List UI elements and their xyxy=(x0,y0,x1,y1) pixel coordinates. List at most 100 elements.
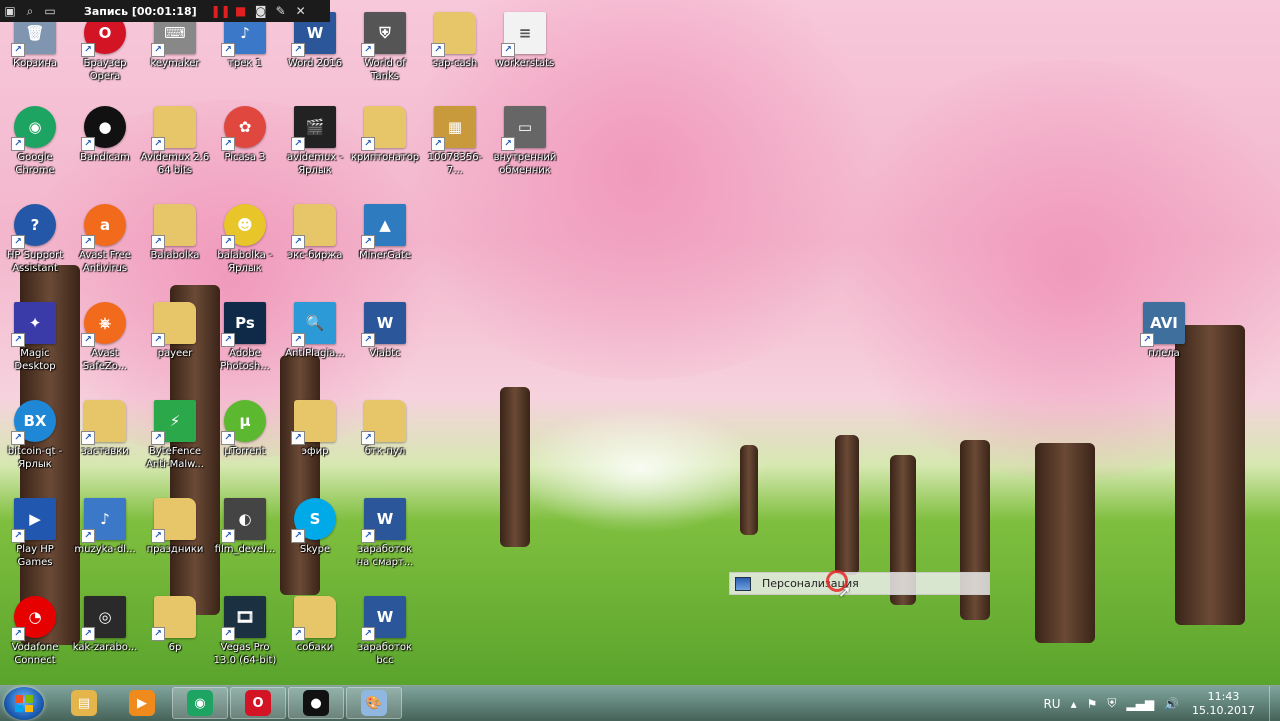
show-desktop-button[interactable] xyxy=(1269,686,1280,721)
balabolka-icon: ☻ ↗ xyxy=(221,204,266,249)
utorrent-icon: µ ↗ xyxy=(221,400,266,445)
desktop-icon[interactable]: 🎬 ↗ avidemux - Ярлык xyxy=(280,106,350,177)
desktop-icon[interactable]: ⚡ ↗ ByteFence Anti-Malw... xyxy=(140,400,210,471)
desktop-icon[interactable]: ● ↗ Bandicam xyxy=(70,106,140,164)
desktop-icon[interactable]: W ↗ заработок bcc xyxy=(350,596,420,667)
desktop-icon[interactable]: µ ↗ µTorrent xyxy=(210,400,280,458)
shortcut-arrow-icon: ↗ xyxy=(361,431,375,445)
desktop-icon[interactable]: ↗ Balabolka xyxy=(140,204,210,262)
desktop-icon[interactable]: AVI ↗ плела xyxy=(1129,302,1199,360)
taskbar-button-chrome[interactable]: ◉ xyxy=(172,687,228,719)
desktop-icon[interactable]: ⎈ ↗ Avast SafeZo... xyxy=(70,302,140,373)
desktop-icon[interactable]: ☻ ↗ balabolka - Ярлык xyxy=(210,204,280,275)
taskbar-button-bandicam[interactable]: ● xyxy=(288,687,344,719)
desktop-icon[interactable]: ▦ ↗ 10078356-7... xyxy=(420,106,490,177)
desktop-icon[interactable]: ◉ ↗ Google Chrome xyxy=(0,106,70,177)
wallpaper-tree xyxy=(1035,443,1095,643)
desktop-icon-label: заставки xyxy=(81,446,129,457)
desktop-icon-label: заработок bcc xyxy=(357,642,413,666)
desktop-icon-label: payeer xyxy=(157,348,193,359)
desktop[interactable]: 🗑 ↗ Корзина O ↗ Браузер Opera ⌨ ↗ keymaker ♪ ↗ трек… xyxy=(0,0,1280,685)
desktop-icon[interactable]: ▶ ↗ Play HP Games xyxy=(0,498,70,569)
shortcut-arrow-icon: ↗ xyxy=(151,627,165,641)
desktop-icon-label: экс-биржа xyxy=(287,250,343,261)
shortcut-arrow-icon: ↗ xyxy=(11,43,25,57)
shortcut-arrow-icon: ↗ xyxy=(151,333,165,347)
desktop-icon[interactable]: ↗ криптонатор xyxy=(350,106,420,164)
language-indicator[interactable]: RU xyxy=(1043,697,1060,711)
desktop-icon[interactable]: O ↗ Браузер Opera xyxy=(70,12,140,83)
desktop-icon[interactable]: ? ↗ HP Support Assistant xyxy=(0,204,70,275)
desktop-icon[interactable]: 🎞 ↗ Vegas Pro 13.0 (64-bit) xyxy=(210,596,280,667)
desktop-icon[interactable]: a ↗ Avast Free Antivirus xyxy=(70,204,140,275)
shortcut-arrow-icon: ↗ xyxy=(81,529,95,543)
desktop-icon[interactable]: ▲ ↗ MinerGate xyxy=(350,204,420,262)
action-center-flag-icon[interactable]: ⚑ xyxy=(1087,697,1098,711)
network-signal-icon[interactable]: ▂▄▆ xyxy=(1126,697,1154,711)
desktop-icon-label: sap-cash xyxy=(432,58,478,69)
pencil-icon[interactable]: ✎ xyxy=(271,0,291,22)
desktop-icon[interactable]: ↗ sap-cash xyxy=(420,12,490,70)
desktop-icon[interactable]: ↗ бтк-пул xyxy=(350,400,420,458)
desktop-icon[interactable]: ⛨ ↗ World of Tanks xyxy=(350,12,420,83)
pause-icon[interactable]: ❚❚ xyxy=(211,0,231,22)
desktop-icon[interactable]: ↗ праздники xyxy=(140,498,210,556)
desktop-icon[interactable]: ▭ ↗ внутренний обменник xyxy=(490,106,560,177)
windows-icon[interactable]: ▣ xyxy=(0,0,20,22)
desktop-icon[interactable]: ↗ собаки xyxy=(280,596,350,654)
start-button[interactable] xyxy=(4,687,44,720)
desktop-icon[interactable]: ≡ ↗ workerstats xyxy=(490,12,560,70)
show-hidden-icons-icon[interactable]: ▴ xyxy=(1071,697,1077,711)
volume-icon[interactable]: 🔊 xyxy=(1164,697,1179,711)
personalization-tooltip[interactable]: Персонализация xyxy=(729,572,990,595)
desktop-icon[interactable]: BX ↗ bitcoin-qt - Ярлык xyxy=(0,400,70,471)
desktop-icon[interactable]: ♪ ↗ muzyka-dl... xyxy=(70,498,140,556)
fullscreen-icon[interactable]: ▭ xyxy=(40,0,60,22)
desktop-icon[interactable]: ↗ payeer xyxy=(140,302,210,360)
shortcut-arrow-icon: ↗ xyxy=(501,137,515,151)
opera-icon: O xyxy=(245,690,271,716)
desktop-icon[interactable]: S ↗ Skype xyxy=(280,498,350,556)
taskbar-button-paint[interactable]: 🎨 xyxy=(346,687,402,719)
desktop-icon-label: Word 2016 xyxy=(287,58,343,69)
taskbar-button-opera[interactable]: O xyxy=(230,687,286,719)
folder-icon: ↗ xyxy=(81,400,126,445)
desktop-icon[interactable]: ↗ 6р xyxy=(140,596,210,654)
desktop-icon[interactable]: ✿ ↗ Picasa 3 xyxy=(210,106,280,164)
shortcut-arrow-icon: ↗ xyxy=(151,43,165,57)
shortcut-arrow-icon: ↗ xyxy=(151,137,165,151)
folder-icon: ↗ xyxy=(291,400,336,445)
close-icon[interactable]: ✕ xyxy=(291,0,311,22)
photoshop-icon: Ps ↗ xyxy=(221,302,266,347)
word-document-icon: W ↗ xyxy=(361,596,406,641)
desktop-icon[interactable]: ✦ ↗ Magic Desktop xyxy=(0,302,70,373)
stop-icon[interactable]: ■ xyxy=(231,0,251,22)
desktop-icon[interactable]: ◐ ↗ film_devel... xyxy=(210,498,280,556)
desktop-icon[interactable]: W ↗ заработок на смарт... xyxy=(350,498,420,569)
world-of-tanks-icon: ⛨ ↗ xyxy=(361,12,406,57)
bytefence-icon: ⚡ ↗ xyxy=(151,400,196,445)
desktop-icon[interactable]: ◎ ↗ kak-zarabo... xyxy=(70,596,140,654)
desktop-icon[interactable]: ↗ экс-биржа xyxy=(280,204,350,262)
desktop-icon[interactable]: 🔍 ↗ AntiPlagia... xyxy=(280,302,350,360)
shortcut-arrow-icon: ↗ xyxy=(291,137,305,151)
clock[interactable]: 11:43 15.10.2017 xyxy=(1192,690,1255,718)
desktop-icon[interactable]: ↗ Avidemux 2.6 64 bits xyxy=(140,106,210,177)
taskbar-button-media-player[interactable]: ▶ xyxy=(114,687,170,719)
desktop-icon-label: bitcoin-qt - Ярлык xyxy=(7,446,63,470)
desktop-icon[interactable]: ◔ ↗ Vodafone Connect xyxy=(0,596,70,667)
desktop-icon[interactable]: ↗ эфир xyxy=(280,400,350,458)
search-icon[interactable]: ⌕ xyxy=(20,0,40,22)
security-icon[interactable]: ⛨ xyxy=(1107,696,1116,711)
skype-icon: S ↗ xyxy=(291,498,336,543)
desktop-icon[interactable]: W ↗ Viabtc xyxy=(350,302,420,360)
desktop-icon-label: avidemux - Ярлык xyxy=(286,152,344,176)
desktop-icon-label: Skype xyxy=(299,544,331,555)
camera-icon[interactable]: ◙ xyxy=(251,0,271,22)
desktop-icon[interactable]: ↗ заставки xyxy=(70,400,140,458)
taskbar-button-explorer[interactable]: ▤ xyxy=(56,687,112,719)
desktop-icon-label: film_devel... xyxy=(214,544,276,555)
avi-file-icon: AVI ↗ xyxy=(1140,302,1185,347)
desktop-icon[interactable]: Ps ↗ Adobe Photosh... xyxy=(210,302,280,373)
shortcut-arrow-icon: ↗ xyxy=(81,627,95,641)
